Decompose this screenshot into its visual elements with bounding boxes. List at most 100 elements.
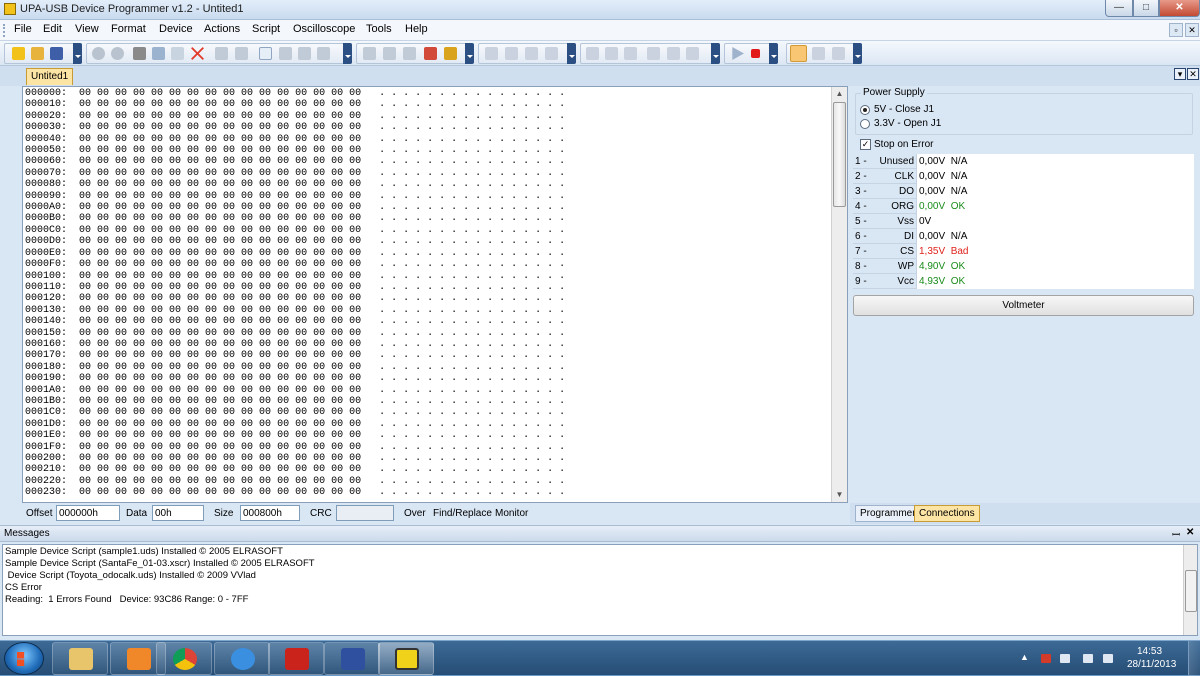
hex-ascii[interactable]: . . . . . . . . . . . . . . . .	[379, 248, 565, 259]
toolbar-overflow-icon[interactable]	[769, 43, 778, 64]
layout-1-icon[interactable]	[586, 47, 599, 60]
hex-row[interactable]: 000040: 00 00 00 00 00 00 00 00 00 00 00…	[25, 134, 830, 145]
mdi-restore-button[interactable]: ▫	[1169, 23, 1183, 37]
hex-row[interactable]: 000000: 00 00 00 00 00 00 00 00 00 00 00…	[25, 88, 830, 99]
hex-ascii[interactable]: . . . . . . . . . . . . . . . .	[379, 407, 565, 418]
replace-icon[interactable]	[235, 47, 248, 60]
hex-row[interactable]: 000120: 00 00 00 00 00 00 00 00 00 00 00…	[25, 293, 830, 304]
new-file-icon[interactable]	[12, 47, 25, 60]
hex-ascii[interactable]: . . . . . . . . . . . . . . . .	[379, 453, 565, 464]
size-field[interactable]: 000800h	[240, 505, 300, 521]
hex-ascii[interactable]: . . . . . . . . . . . . . . . .	[379, 111, 565, 122]
hex-bytes[interactable]: 00 00 00 00 00 00 00 00 00 00 00 00 00 0…	[79, 145, 361, 156]
toolbar-overflow-icon[interactable]	[465, 43, 474, 64]
document-icon[interactable]	[259, 47, 272, 60]
hex-ascii[interactable]: . . . . . . . . . . . . . . . .	[379, 396, 565, 407]
hex-bytes[interactable]: 00 00 00 00 00 00 00 00 00 00 00 00 00 0…	[79, 362, 361, 373]
pencil-icon[interactable]	[485, 47, 498, 60]
hex-bytes[interactable]: 00 00 00 00 00 00 00 00 00 00 00 00 00 0…	[79, 271, 361, 282]
hex-bytes[interactable]: 00 00 00 00 00 00 00 00 00 00 00 00 00 0…	[79, 99, 361, 110]
scroll-thumb[interactable]	[1185, 570, 1197, 612]
menu-tools[interactable]: Tools	[366, 23, 392, 35]
hex-bytes[interactable]: 00 00 00 00 00 00 00 00 00 00 00 00 00 0…	[79, 259, 361, 270]
hex-row[interactable]: 000090: 00 00 00 00 00 00 00 00 00 00 00…	[25, 191, 830, 202]
tab-connections[interactable]: Connections	[914, 505, 980, 522]
hex-row[interactable]: 0000F0: 00 00 00 00 00 00 00 00 00 00 00…	[25, 259, 830, 270]
hex-row[interactable]: 000220: 00 00 00 00 00 00 00 00 00 00 00…	[25, 476, 830, 487]
hex-row[interactable]: 000010: 00 00 00 00 00 00 00 00 00 00 00…	[25, 99, 830, 110]
network-icon[interactable]	[1083, 654, 1093, 663]
hex-editor[interactable]: 000000: 00 00 00 00 00 00 00 00 00 00 00…	[22, 86, 848, 503]
tab-programmer[interactable]: Programmer	[855, 505, 921, 522]
open-folder-icon[interactable]	[31, 47, 44, 60]
hex-bytes[interactable]: 00 00 00 00 00 00 00 00 00 00 00 00 00 0…	[79, 179, 361, 190]
script-run-icon[interactable]	[444, 47, 457, 60]
hex-bytes[interactable]: 00 00 00 00 00 00 00 00 00 00 00 00 00 0…	[79, 316, 361, 327]
radio-3v3[interactable]	[860, 119, 870, 129]
hex-ascii[interactable]: . . . . . . . . . . . . . . . .	[379, 191, 565, 202]
menu-oscilloscope[interactable]: Oscilloscope	[293, 23, 355, 35]
hex-row[interactable]: 000190: 00 00 00 00 00 00 00 00 00 00 00…	[25, 373, 830, 384]
hex-row[interactable]: 0001B0: 00 00 00 00 00 00 00 00 00 00 00…	[25, 396, 830, 407]
layout-3-icon[interactable]	[624, 47, 637, 60]
messages-scrollbar[interactable]	[1183, 545, 1197, 635]
hex-bytes[interactable]: 00 00 00 00 00 00 00 00 00 00 00 00 00 0…	[79, 453, 361, 464]
hex-row[interactable]: 000050: 00 00 00 00 00 00 00 00 00 00 00…	[25, 145, 830, 156]
toolbar-overflow-icon[interactable]	[73, 43, 82, 64]
hex-ascii[interactable]: . . . . . . . . . . . . . . . .	[379, 362, 565, 373]
layout-6-icon[interactable]	[686, 47, 699, 60]
hex-ascii[interactable]: . . . . . . . . . . . . . . . .	[379, 168, 565, 179]
hex-row[interactable]: 000110: 00 00 00 00 00 00 00 00 00 00 00…	[25, 282, 830, 293]
layout-4-icon[interactable]	[647, 47, 660, 60]
paste-icon[interactable]	[171, 47, 184, 60]
hex-bytes[interactable]: 00 00 00 00 00 00 00 00 00 00 00 00 00 0…	[79, 487, 361, 498]
hex-row[interactable]: 0001F0: 00 00 00 00 00 00 00 00 00 00 00…	[25, 442, 830, 453]
hex-bytes[interactable]: 00 00 00 00 00 00 00 00 00 00 00 00 00 0…	[79, 350, 361, 361]
hex-row[interactable]: 000230: 00 00 00 00 00 00 00 00 00 00 00…	[25, 487, 830, 498]
hex-ascii[interactable]: . . . . . . . . . . . . . . . .	[379, 385, 565, 396]
clock[interactable]: 14:53 28/11/2013	[1127, 645, 1176, 671]
hex-ascii[interactable]: . . . . . . . . . . . . . . . .	[379, 442, 565, 453]
toolbar-overflow-icon[interactable]	[343, 43, 352, 64]
hex-ascii[interactable]: . . . . . . . . . . . . . . . .	[379, 316, 565, 327]
toolbar-overflow-icon[interactable]	[853, 43, 862, 64]
hex-row[interactable]: 0001E0: 00 00 00 00 00 00 00 00 00 00 00…	[25, 430, 830, 441]
menu-view[interactable]: View	[75, 23, 99, 35]
radio-5v[interactable]	[860, 105, 870, 115]
hex-ascii[interactable]: . . . . . . . . . . . . . . . .	[379, 225, 565, 236]
forward-icon[interactable]	[111, 47, 124, 60]
menu-device[interactable]: Device	[159, 23, 193, 35]
hex-ascii[interactable]: . . . . . . . . . . . . . . . .	[379, 88, 565, 99]
toolbar-overflow-icon[interactable]	[711, 43, 720, 64]
hex-ascii[interactable]: . . . . . . . . . . . . . . . .	[379, 430, 565, 441]
back-icon[interactable]	[92, 47, 105, 60]
hex-row[interactable]: 0000E0: 00 00 00 00 00 00 00 00 00 00 00…	[25, 248, 830, 259]
hex-bytes[interactable]: 00 00 00 00 00 00 00 00 00 00 00 00 00 0…	[79, 328, 361, 339]
hex-ascii[interactable]: . . . . . . . . . . . . . . . .	[379, 293, 565, 304]
document-close-button[interactable]: ✕	[1187, 68, 1199, 80]
close-window-button[interactable]: ✕	[1159, 0, 1200, 17]
fill-icon[interactable]	[298, 47, 311, 60]
hex-ascii[interactable]: . . . . . . . . . . . . . . . .	[379, 156, 565, 167]
chip-read-icon[interactable]	[363, 47, 376, 60]
grid-icon[interactable]	[832, 47, 845, 60]
hex-bytes[interactable]: 00 00 00 00 00 00 00 00 00 00 00 00 00 0…	[79, 385, 361, 396]
hex-row[interactable]: 0001D0: 00 00 00 00 00 00 00 00 00 00 00…	[25, 419, 830, 430]
menu-help[interactable]: Help	[405, 23, 428, 35]
hex-ascii[interactable]: . . . . . . . . . . . . . . . .	[379, 202, 565, 213]
hex-bytes[interactable]: 00 00 00 00 00 00 00 00 00 00 00 00 00 0…	[79, 88, 361, 99]
hex-ascii[interactable]: . . . . . . . . . . . . . . . .	[379, 419, 565, 430]
hex-bytes[interactable]: 00 00 00 00 00 00 00 00 00 00 00 00 00 0…	[79, 419, 361, 430]
hex-bytes[interactable]: 00 00 00 00 00 00 00 00 00 00 00 00 00 0…	[79, 213, 361, 224]
hex-bytes[interactable]: 00 00 00 00 00 00 00 00 00 00 00 00 00 0…	[79, 111, 361, 122]
hex-ascii[interactable]: . . . . . . . . . . . . . . . .	[379, 271, 565, 282]
hex-ascii[interactable]: . . . . . . . . . . . . . . . .	[379, 373, 565, 384]
cut-icon[interactable]	[133, 47, 146, 60]
hex-row[interactable]: 000020: 00 00 00 00 00 00 00 00 00 00 00…	[25, 111, 830, 122]
hex-ascii[interactable]: . . . . . . . . . . . . . . . .	[379, 339, 565, 350]
stop-icon[interactable]	[751, 49, 760, 58]
hex-ascii[interactable]: . . . . . . . . . . . . . . . .	[379, 350, 565, 361]
hex-bytes[interactable]: 00 00 00 00 00 00 00 00 00 00 00 00 00 0…	[79, 225, 361, 236]
maximize-button[interactable]: □	[1133, 0, 1159, 17]
acrobat-icon[interactable]	[268, 642, 324, 675]
